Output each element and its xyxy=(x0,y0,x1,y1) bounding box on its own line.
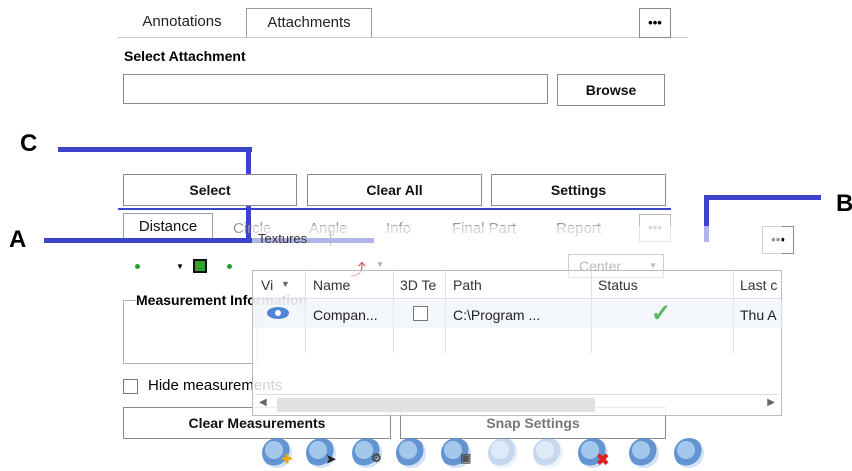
hide-measurements-checkbox[interactable] xyxy=(123,379,138,394)
textures-title-divider xyxy=(330,230,331,246)
select-button[interactable]: Select xyxy=(123,174,297,206)
clear-all-button[interactable]: Clear All xyxy=(307,174,482,206)
settings-button[interactable]: Settings xyxy=(491,174,666,206)
select-attachment-label: Select Attachment xyxy=(124,48,246,64)
callout-label-c: C xyxy=(20,130,38,157)
image-overlay-icon: ▣ xyxy=(460,451,472,465)
col-last-changed[interactable]: Last c xyxy=(740,277,777,293)
row-path: C:\Program ... xyxy=(453,307,541,323)
green-dot-icon xyxy=(227,264,232,269)
selection-accent-line xyxy=(118,208,671,210)
attachment-path-input[interactable] xyxy=(123,74,548,104)
textures-title: Textures xyxy=(258,231,308,246)
add-overlay-icon: ✚ xyxy=(282,452,293,466)
delete-overlay-icon: ✖ xyxy=(596,452,610,469)
eye-pupil-icon xyxy=(275,310,281,316)
col-path[interactable]: Path xyxy=(453,277,482,293)
col-3d-texture[interactable]: 3D Te xyxy=(400,277,436,293)
status-ok-icon: ✓ xyxy=(651,300,672,327)
col-status[interactable]: Status xyxy=(598,277,638,293)
more-options-button[interactable]: ••• xyxy=(639,8,671,38)
eye-icon[interactable] xyxy=(267,307,289,319)
scroll-right-icon[interactable]: ▶ xyxy=(767,397,775,408)
sort-arrow-icon: ▼ xyxy=(281,279,290,289)
tab-strip-line xyxy=(118,37,688,38)
measurement-info-group xyxy=(123,300,258,364)
callout-line-c-horizontal xyxy=(58,147,252,152)
callout-line-b-horizontal xyxy=(704,195,821,200)
texture-view-icon[interactable] xyxy=(629,438,659,468)
scroll-left-icon[interactable]: ◀ xyxy=(259,397,267,408)
cursor-overlay-icon: ➤ xyxy=(326,452,337,466)
callout-label-a: A xyxy=(9,226,27,253)
textures-panel: Textures ⤴ ▼ Center ▼ Vi ▼ Name 3D Te Pa… xyxy=(252,226,783,416)
browse-button[interactable]: Browse xyxy=(557,74,665,106)
chevron-down-icon: ▼ xyxy=(649,261,657,270)
col-name[interactable]: Name xyxy=(313,277,350,293)
3d-texture-checkbox[interactable] xyxy=(413,306,428,321)
horizontal-scrollbar[interactable]: ◀ ▶ xyxy=(255,394,779,414)
dropdown-arrow-icon[interactable]: ▼ xyxy=(176,262,184,271)
tab-distance[interactable]: Distance xyxy=(123,213,213,241)
gear-overlay-icon: ⚙ xyxy=(371,451,382,465)
point-tool-icon[interactable] xyxy=(193,259,207,273)
texture-visibility-icon[interactable] xyxy=(674,438,704,468)
tab-annotations[interactable]: Annotations xyxy=(122,8,242,38)
col-visible[interactable]: Vi xyxy=(261,277,273,293)
textures-grid: Vi ▼ Name 3D Te Path Status Last c Compa… xyxy=(252,270,783,416)
row-last-changed: Thu A xyxy=(740,307,777,323)
edit-texture-icon[interactable] xyxy=(396,438,426,468)
scroll-thumb[interactable] xyxy=(277,398,595,412)
callout-label-b: B xyxy=(836,190,852,217)
textures-dropdown-icon[interactable]: ▼ xyxy=(376,260,384,269)
texture-remove-icon[interactable] xyxy=(533,438,563,468)
green-dot-icon xyxy=(135,264,140,269)
tab-attachments[interactable]: Attachments xyxy=(246,8,372,38)
texture-save-icon[interactable] xyxy=(488,438,518,468)
row-name: Compan... xyxy=(313,307,378,323)
